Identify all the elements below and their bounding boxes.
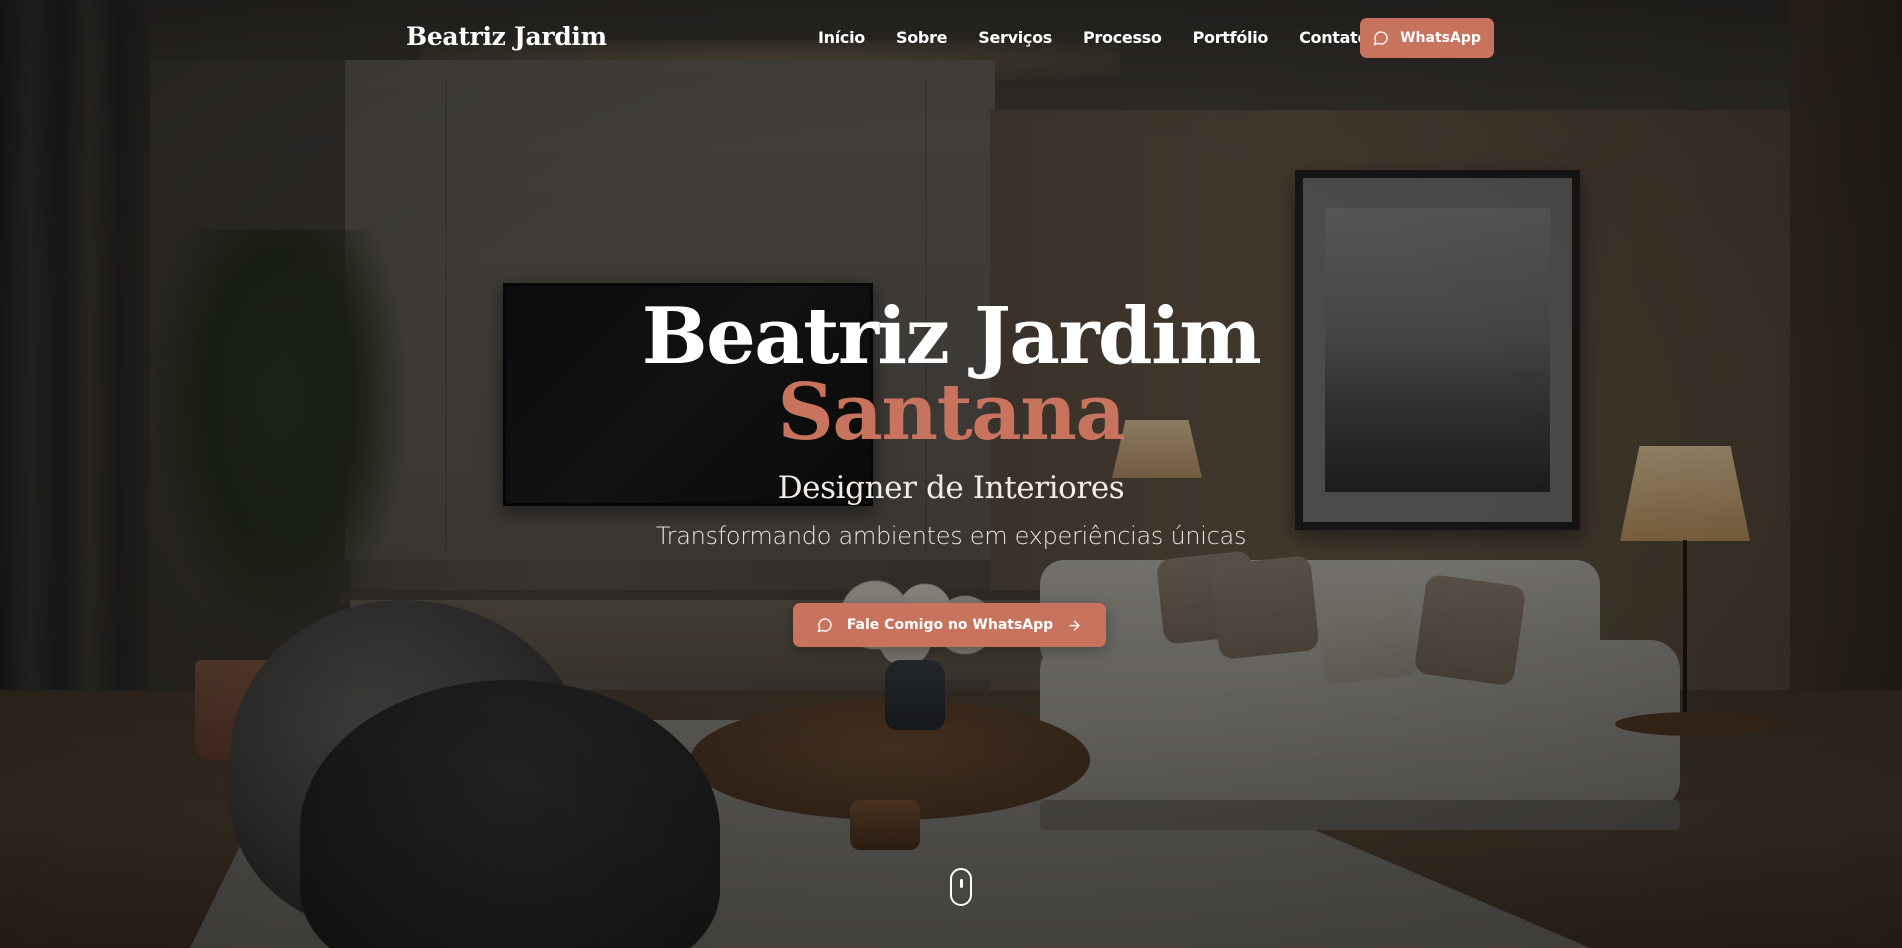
hero-section: Beatriz Jardim Início Sobre Serviços Pro…: [0, 0, 1902, 948]
site-header: Beatriz Jardim Início Sobre Serviços Pro…: [0, 0, 1902, 76]
hero-title-name: Beatriz Jardim: [641, 291, 1262, 382]
main-nav: Início Sobre Serviços Processo Portfólio…: [818, 28, 1369, 47]
mouse-scroll-icon[interactable]: [950, 868, 972, 906]
hero-title-surname: Santana: [777, 367, 1126, 458]
nav-item-sobre[interactable]: Sobre: [896, 28, 948, 47]
nav-item-inicio[interactable]: Início: [818, 28, 865, 47]
nav-item-servicos[interactable]: Serviços: [978, 28, 1052, 47]
hero-role: Designer de Interiores: [777, 470, 1125, 506]
whatsapp-cta-button[interactable]: Fale Comigo no WhatsApp: [793, 603, 1106, 647]
brand-logo[interactable]: Beatriz Jardim: [406, 22, 607, 51]
whatsapp-cta-label: Fale Comigo no WhatsApp: [846, 617, 1054, 633]
hero-content: Beatriz Jardim Santana Designer de Inter…: [0, 0, 1902, 948]
whatsapp-nav-button[interactable]: WhatsApp: [1360, 18, 1494, 58]
scroll-wheel-dot: [960, 879, 963, 888]
nav-item-contato[interactable]: Contato: [1299, 28, 1368, 47]
chat-bubble-icon: [817, 617, 833, 633]
arrow-right-icon: [1067, 618, 1082, 633]
chat-bubble-icon: [1373, 30, 1389, 46]
nav-item-portfolio[interactable]: Portfólio: [1193, 28, 1269, 47]
nav-item-processo[interactable]: Processo: [1083, 28, 1162, 47]
whatsapp-nav-label: WhatsApp: [1400, 30, 1481, 46]
hero-tagline: Transformando ambientes em experiências …: [655, 522, 1247, 550]
